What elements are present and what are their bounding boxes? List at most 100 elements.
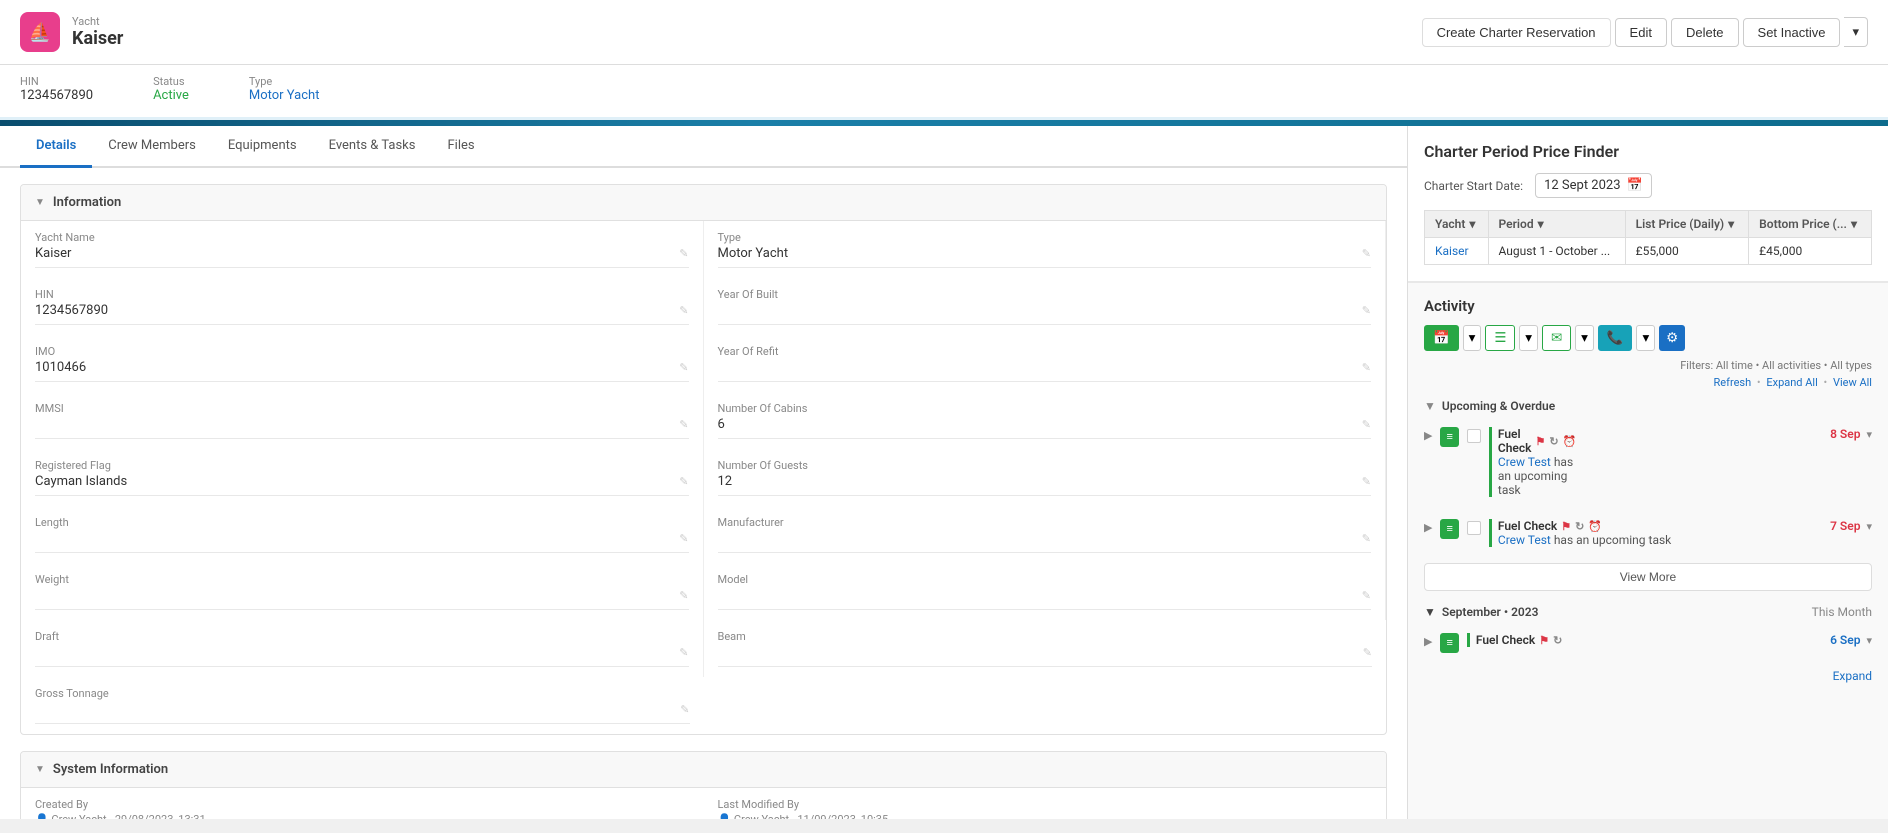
edit-button[interactable]: Edit — [1615, 18, 1667, 47]
tab-crew-members[interactable]: Crew Members — [92, 126, 212, 168]
act-item-2-type-icon[interactable]: ≡ — [1440, 519, 1458, 539]
system-section-header[interactable]: ▼ System Information — [21, 752, 1386, 788]
col-yacht[interactable]: Yacht ▾ — [1425, 211, 1489, 238]
edit-beam-icon[interactable]: ✎ — [1363, 646, 1372, 659]
upcoming-header: ▼ Upcoming & Overdue — [1424, 399, 1872, 413]
act-item-1-desc: Crew Test has an upcoming task — [1498, 455, 1576, 497]
act-item-sept-type-icon[interactable]: ≡ — [1440, 633, 1458, 653]
create-charter-button[interactable]: Create Charter Reservation — [1422, 18, 1611, 47]
refresh-link[interactable]: Refresh — [1714, 376, 1752, 389]
act-item-2-expand-icon[interactable]: ▶ — [1424, 519, 1432, 534]
act-item-sept-date: 6 Sep — [1830, 633, 1860, 647]
price-period: August 1 - October ... — [1488, 238, 1625, 265]
actions-dropdown-button[interactable]: ▾ — [1844, 17, 1868, 47]
field-model: Model ✎ — [704, 563, 1387, 620]
flag-icon-sept: ⚑ — [1539, 634, 1549, 647]
tab-events-tasks[interactable]: Events & Tasks — [313, 126, 432, 168]
calendar-icon: 📅 — [1627, 178, 1643, 193]
edit-mmsi-icon[interactable]: ✎ — [679, 418, 688, 431]
act-item-1-expand-icon[interactable]: ▶ — [1424, 427, 1432, 442]
expand-link[interactable]: Expand — [1833, 669, 1872, 683]
meta-bar: HIN 1234567890 Status Active Type Motor … — [0, 65, 1888, 120]
edit-weight-icon[interactable]: ✎ — [679, 589, 688, 602]
act-item-2-checkbox[interactable] — [1467, 521, 1481, 535]
month-label: September • 2023 — [1442, 605, 1539, 619]
edit-gross-tonnage-icon[interactable]: ✎ — [680, 703, 689, 716]
field-year-built: Year Of Built ✎ — [704, 278, 1387, 335]
act-item-1-checkbox[interactable] — [1467, 429, 1481, 443]
left-panel: Details Crew Members Equipments Events &… — [0, 126, 1408, 819]
system-section-title: System Information — [53, 762, 168, 777]
charter-date-input[interactable]: 12 Sept 2023 📅 — [1535, 173, 1652, 198]
charter-date-row: Charter Start Date: 12 Sept 2023 📅 — [1424, 173, 1872, 198]
phone-activity-button[interactable]: 📞 — [1598, 325, 1633, 351]
price-yacht-link[interactable]: Kaiser — [1435, 244, 1469, 258]
act-item-2-date: 7 Sep — [1830, 519, 1860, 533]
act-item-2-link[interactable]: Crew Test — [1498, 533, 1551, 547]
view-all-link[interactable]: View All — [1833, 376, 1872, 389]
yacht-col-chevron-icon: ▾ — [1469, 217, 1475, 231]
price-bottom-price: £45,000 — [1749, 238, 1872, 265]
act-item-sept-expand-icon[interactable]: ▶ — [1424, 633, 1432, 648]
tab-bar: Details Crew Members Equipments Events &… — [0, 126, 1407, 168]
email-dropdown-button[interactable]: ▾ — [1575, 325, 1594, 351]
system-right-col: Last Modified By 👤 Crew Yacht 11/09/2023… — [704, 788, 1387, 819]
fields-right-col: Type Motor Yacht ✎ Year Of Built ✎ — [704, 221, 1387, 734]
edit-type-icon[interactable]: ✎ — [1362, 247, 1371, 260]
field-cabins: Number Of Cabins 6 ✎ — [704, 392, 1387, 449]
email-activity-button[interactable]: ✉ — [1542, 325, 1571, 351]
set-inactive-button[interactable]: Set Inactive — [1743, 18, 1841, 47]
calendar-activity-button[interactable]: 📅 — [1424, 325, 1459, 351]
edit-length-icon[interactable]: ✎ — [679, 532, 688, 545]
edit-registered-flag-icon[interactable]: ✎ — [679, 475, 688, 488]
edit-hin-icon[interactable]: ✎ — [679, 304, 688, 317]
act-item-sept-dropdown-icon[interactable]: ▾ — [1866, 634, 1872, 647]
expand-all-link[interactable]: Expand All — [1766, 376, 1817, 389]
edit-draft-icon[interactable]: ✎ — [679, 646, 688, 659]
tab-equipments[interactable]: Equipments — [212, 126, 313, 168]
upcoming-toggle-icon[interactable]: ▼ — [1424, 399, 1436, 413]
col-list-price[interactable]: List Price (Daily) ▾ — [1625, 211, 1749, 238]
tab-files[interactable]: Files — [431, 126, 490, 168]
act-item-1-dropdown-icon[interactable]: ▾ — [1866, 428, 1872, 441]
phone-dropdown-button[interactable]: ▾ — [1636, 325, 1655, 351]
edit-model-icon[interactable]: ✎ — [1362, 589, 1371, 602]
list-dropdown-button[interactable]: ▾ — [1519, 325, 1538, 351]
tab-details[interactable]: Details — [20, 126, 92, 168]
col-bottom-price[interactable]: Bottom Price (... ▾ — [1749, 211, 1872, 238]
edit-year-built-icon[interactable]: ✎ — [1362, 304, 1371, 317]
information-section-title: Information — [53, 195, 121, 210]
calendar-dropdown-button[interactable]: ▾ — [1463, 325, 1482, 351]
type-label: Type — [249, 75, 320, 88]
delete-button[interactable]: Delete — [1671, 18, 1739, 47]
refresh-icon-1: ↻ — [1549, 435, 1558, 448]
edit-cabins-icon[interactable]: ✎ — [1362, 418, 1371, 431]
act-item-sept-title: Fuel Check ⚑ ↻ — [1476, 633, 1822, 647]
charter-finder: Charter Period Price Finder Charter Star… — [1408, 126, 1888, 283]
act-item-1-link[interactable]: Crew Test — [1498, 455, 1551, 469]
information-fields-grid: Yacht Name Kaiser ✎ HIN 1234567890 ✎ — [21, 221, 1386, 734]
period-col-chevron-icon: ▾ — [1538, 217, 1544, 231]
col-period[interactable]: Period ▾ — [1488, 211, 1625, 238]
list-activity-button[interactable]: ☰ — [1485, 325, 1515, 351]
edit-yacht-name-icon[interactable]: ✎ — [679, 247, 688, 260]
edit-imo-icon[interactable]: ✎ — [679, 361, 688, 374]
act-item-2-dropdown-icon[interactable]: ▾ — [1866, 520, 1872, 533]
system-information-section: ▼ System Information Created By 👤 Crew Y… — [20, 751, 1387, 819]
field-last-modified: Last Modified By 👤 Crew Yacht 11/09/2023… — [704, 788, 1387, 819]
field-gross-tonnage: Gross Tonnage ✎ — [21, 677, 704, 734]
edit-guests-icon[interactable]: ✎ — [1362, 475, 1371, 488]
information-section-header[interactable]: ▼ Information — [21, 185, 1386, 221]
brand-sub-label: Yacht — [72, 15, 123, 28]
top-header: ⛵ Yacht Kaiser Create Charter Reservatio… — [0, 0, 1888, 65]
act-item-1-type-icon[interactable]: ≡ — [1440, 427, 1458, 447]
act-item-2-desc: Crew Test has an upcoming task — [1498, 533, 1822, 547]
edit-year-refit-icon[interactable]: ✎ — [1362, 361, 1371, 374]
main-layout: Details Crew Members Equipments Events &… — [0, 126, 1888, 819]
price-yacht-name: Kaiser — [1425, 238, 1489, 265]
system-fields-grid: Created By 👤 Crew Yacht 29/08/2023, 13:3… — [21, 788, 1386, 819]
edit-manufacturer-icon[interactable]: ✎ — [1362, 532, 1371, 545]
month-toggle-icon[interactable]: ▼ — [1424, 605, 1436, 619]
activity-settings-button[interactable]: ⚙ — [1659, 325, 1685, 351]
view-more-button[interactable]: View More — [1424, 563, 1872, 591]
